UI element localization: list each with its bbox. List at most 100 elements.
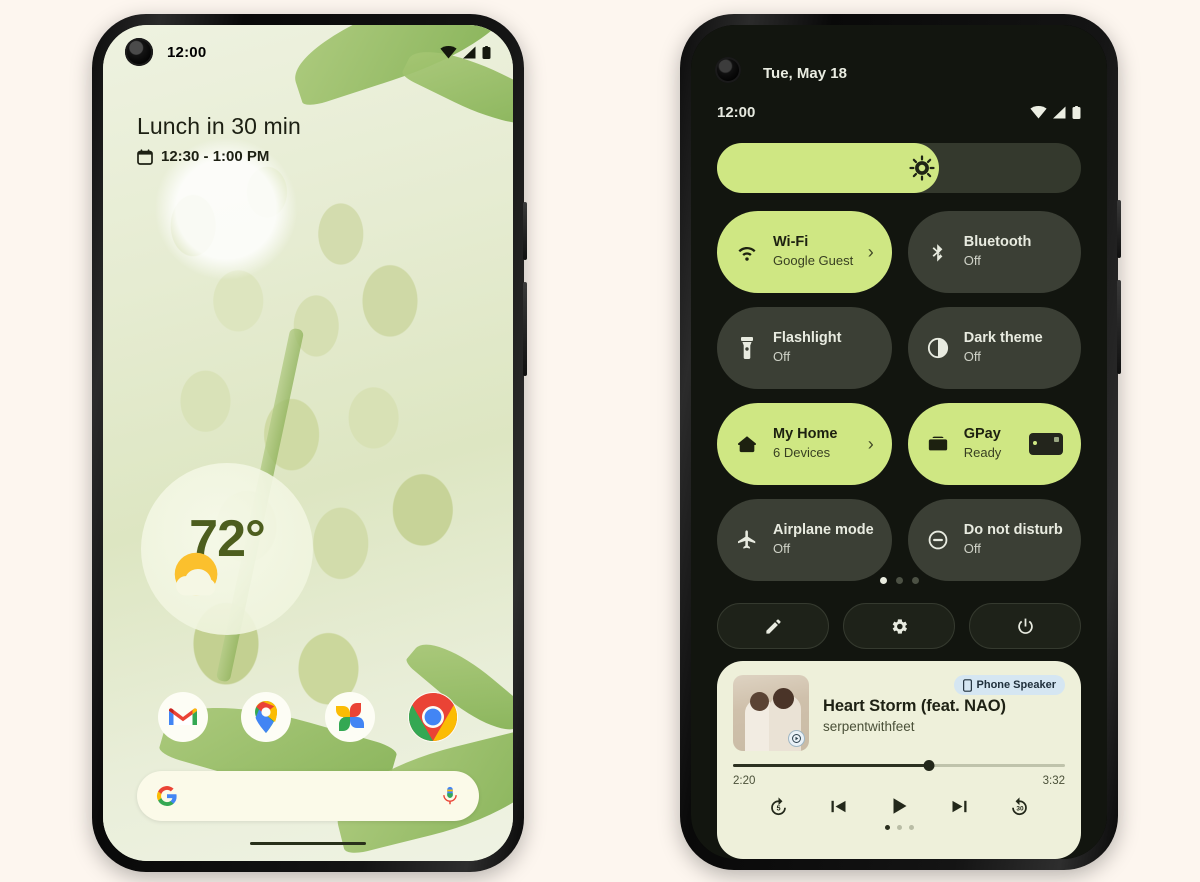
brightness-slider[interactable]	[717, 143, 1081, 193]
glance-time-range: 12:30 - 1:00 PM	[161, 148, 270, 165]
media-page-dot[interactable]	[896, 825, 902, 830]
tile-sublabel: Off	[773, 540, 791, 556]
gear-icon	[892, 618, 907, 634]
wifi-icon	[1030, 105, 1047, 118]
forward-30-button[interactable]: 30	[1005, 791, 1035, 821]
seek-fill	[733, 764, 929, 767]
replay-5-button[interactable]: 5	[763, 791, 793, 821]
chrome-app-icon[interactable]	[407, 691, 459, 743]
tile-label: My Home	[773, 426, 838, 443]
tile-text: Airplane mode Off	[773, 522, 874, 557]
weather-widget[interactable]: 72°	[141, 463, 313, 635]
tile-sublabel: Off	[963, 540, 981, 556]
tile-bluetooth[interactable]: Bluetooth Off	[907, 211, 1081, 293]
tile-flashlight[interactable]: Flashlight Off	[717, 307, 892, 389]
media-seek-bar[interactable]	[733, 760, 1065, 771]
phone-left-screen: 12:00 Lunch in 30 min 12:30 - 1:00 PM 72…	[103, 25, 513, 861]
media-output-chip[interactable]: Phone Speaker	[953, 675, 1065, 695]
microphone-icon[interactable]	[439, 785, 461, 807]
front-camera-punch-hole	[715, 57, 741, 83]
pencil-icon	[765, 618, 781, 634]
wifi-icon	[735, 240, 759, 264]
app-play-badge[interactable]	[788, 730, 805, 747]
brightness-fill	[717, 143, 940, 193]
front-camera-punch-hole	[125, 38, 153, 66]
google-search-bar[interactable]	[137, 771, 479, 821]
edit-tiles-button[interactable]	[717, 603, 829, 649]
album-art	[733, 675, 809, 751]
bluetooth-icon	[926, 240, 950, 264]
tile-sublabel: Ready	[963, 444, 1002, 460]
power-button[interactable]	[969, 603, 1081, 649]
tile-sublabel: Off	[773, 348, 791, 364]
brightness-icon	[909, 155, 935, 181]
tile-gpay[interactable]: GPay Ready	[907, 403, 1081, 485]
tile-text: GPay Ready	[964, 426, 1002, 461]
phone-right-screen: Tue, May 18 12:00 Wi-Fi Google Guest › B…	[691, 25, 1107, 859]
do-not-disturb-icon	[926, 528, 950, 552]
play-button[interactable]	[884, 791, 914, 821]
media-output-label: Phone Speaker	[976, 679, 1056, 691]
chevron-right-icon[interactable]: ›	[868, 242, 874, 263]
page-dot[interactable]	[879, 577, 887, 584]
home-screen: 12:00 Lunch in 30 min 12:30 - 1:00 PM 72…	[103, 25, 513, 861]
quick-settings-tiles: Wi-Fi Google Guest › Bluetooth Off Flash…	[717, 211, 1081, 581]
phone-right-power-button[interactable]	[1117, 200, 1121, 258]
glance-title: Lunch in 30 min	[137, 113, 301, 139]
media-duration: 3:32	[1042, 775, 1065, 787]
tile-label: Do not disturb	[963, 522, 1063, 539]
tile-sublabel: 6 Devices	[773, 444, 831, 460]
page-dot[interactable]	[911, 577, 919, 584]
settings-button[interactable]	[843, 603, 955, 649]
search-input[interactable]	[191, 787, 427, 805]
status-bar-icons	[440, 45, 491, 59]
wifi-icon	[440, 45, 457, 58]
photos-app-icon[interactable]	[324, 691, 376, 743]
tile-text: Flashlight Off	[773, 330, 841, 365]
next-track-button[interactable]	[944, 791, 974, 821]
media-player: Phone Speaker Heart Storm (feat. NAO) se…	[717, 661, 1081, 859]
status-bar: 12:00	[691, 97, 1107, 127]
phone-right-volume-button[interactable]	[1117, 280, 1121, 374]
tile-wifi[interactable]: Wi-Fi Google Guest ›	[717, 211, 892, 293]
tile-label: Wi-Fi	[773, 234, 809, 251]
airplane-icon	[735, 528, 759, 552]
wallet-icon	[926, 432, 950, 456]
media-page-dot[interactable]	[884, 825, 890, 830]
tile-do-not-disturb[interactable]: Do not disturb Off	[907, 499, 1081, 581]
status-bar-time: 12:00	[167, 43, 207, 61]
power-icon	[1017, 618, 1033, 634]
phone-left-volume-button[interactable]	[523, 282, 527, 376]
tile-label: Airplane mode	[773, 522, 874, 539]
quick-settings-page-dots[interactable]	[691, 577, 1107, 584]
media-page-dots[interactable]	[733, 825, 1065, 830]
home-gesture-indicator[interactable]	[250, 842, 366, 845]
tile-text: Wi-Fi Google Guest	[773, 234, 853, 269]
media-artist: serpentwithfeet	[823, 719, 915, 734]
tile-my-home[interactable]: My Home 6 Devices ›	[717, 403, 892, 485]
gmail-app-icon[interactable]	[157, 691, 209, 743]
status-bar-icons	[1030, 105, 1081, 119]
svg-text:30: 30	[1017, 805, 1025, 812]
media-title: Heart Storm (feat. NAO)	[823, 697, 1006, 715]
signal-icon	[1053, 106, 1066, 118]
tile-airplane-mode[interactable]: Airplane mode Off	[717, 499, 892, 581]
quick-settings-date: Tue, May 18	[763, 65, 847, 82]
status-bar: 12:00	[103, 25, 513, 79]
screenshot-root: 12:00 Lunch in 30 min 12:30 - 1:00 PM 72…	[0, 0, 1200, 882]
home-icon	[735, 432, 759, 456]
page-dot[interactable]	[895, 577, 903, 584]
sun-cloud-icon	[174, 552, 218, 596]
maps-app-icon[interactable]	[240, 691, 292, 743]
phone-left-power-button[interactable]	[523, 202, 527, 260]
calendar-icon	[137, 148, 153, 165]
seek-knob[interactable]	[923, 760, 935, 771]
at-a-glance-widget[interactable]: Lunch in 30 min 12:30 - 1:00 PM	[137, 113, 301, 165]
tile-dark-theme[interactable]: Dark theme Off	[907, 307, 1081, 389]
media-page-dot[interactable]	[908, 825, 914, 830]
tile-text: Bluetooth Off	[964, 234, 1032, 269]
tile-text: Dark theme Off	[964, 330, 1043, 365]
chevron-right-icon[interactable]: ›	[868, 434, 874, 455]
previous-track-button[interactable]	[824, 791, 854, 821]
tile-label: Bluetooth	[963, 234, 1032, 251]
